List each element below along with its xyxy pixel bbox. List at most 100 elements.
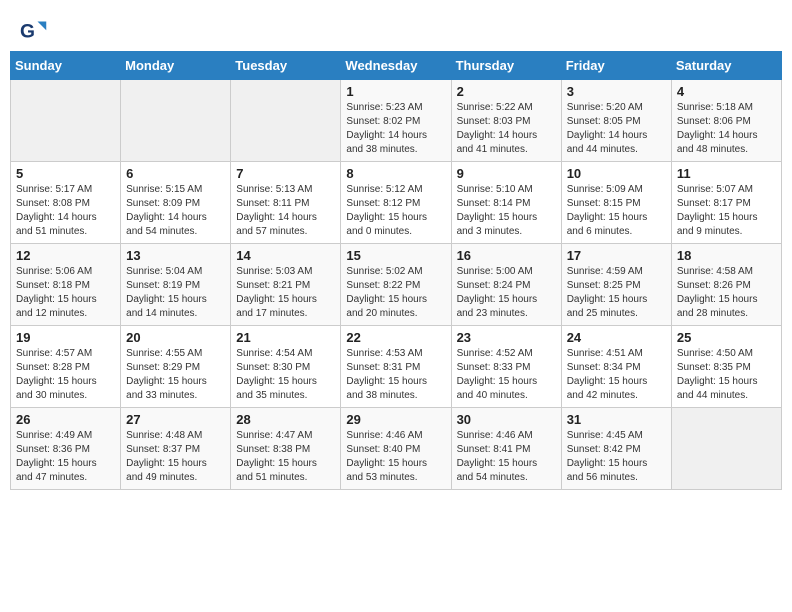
day-number: 21 [236,330,335,345]
calendar-cell: 22 Sunrise: 4:53 AM Sunset: 8:31 PM Dayli… [341,326,451,408]
calendar-cell: 7 Sunrise: 5:13 AM Sunset: 8:11 PM Daylig… [231,162,341,244]
day-number: 4 [677,84,776,99]
day-number: 27 [126,412,225,427]
calendar-cell: 1Sunrise: 5:23 AM Sunset: 8:02 PM Daylig… [341,80,451,162]
day-header-thursday: Thursday [451,52,561,80]
week-row-4: 19 Sunrise: 4:57 AM Sunset: 8:28 PM Dayli… [11,326,782,408]
svg-text:G: G [20,21,35,42]
day-number: 16 [457,248,556,263]
day-info: Sunrise: 5:03 AM Sunset: 8:21 PM Dayligh… [236,265,335,321]
calendar-cell: 18Sunrise: 4:58 AM Sunset: 8:26 PM Dayli… [671,244,781,326]
day-info: Sunrise: 5:18 AM Sunset: 8:06 PM Dayligh… [677,101,776,157]
day-number: 7 [236,166,335,181]
calendar-cell: 27 Sunrise: 4:48 AM Sunset: 8:37 PM Dayli… [121,408,231,490]
day-info: Sunrise: 5:22 AM Sunset: 8:03 PM Dayligh… [457,101,556,157]
calendar-cell: 23Sunrise: 4:52 AM Sunset: 8:33 PM Dayli… [451,326,561,408]
day-header-tuesday: Tuesday [231,52,341,80]
day-info: Sunrise: 5:06 AM Sunset: 8:18 PM Dayligh… [16,265,115,321]
days-header-row: SundayMondayTuesdayWednesdayThursdayFrid… [11,52,782,80]
calendar-cell: 9 Sunrise: 5:10 AM Sunset: 8:14 PM Daylig… [451,162,561,244]
calendar-cell: 4 Sunrise: 5:18 AM Sunset: 8:06 PM Daylig… [671,80,781,162]
day-number: 19 [16,330,115,345]
calendar-cell: 20 Sunrise: 4:55 AM Sunset: 8:29 PM Dayli… [121,326,231,408]
calendar-cell: 16 Sunrise: 5:00 AM Sunset: 8:24 PM Dayli… [451,244,561,326]
day-info: Sunrise: 5:02 AM Sunset: 8:22 PM Dayligh… [346,265,445,321]
calendar-cell: 11 Sunrise: 5:07 AM Sunset: 8:17 PM Dayli… [671,162,781,244]
calendar-cell: 13 Sunrise: 5:04 AM Sunset: 8:19 PM Dayli… [121,244,231,326]
calendar-table: SundayMondayTuesdayWednesdayThursdayFrid… [10,51,782,490]
day-number: 6 [126,166,225,181]
day-number: 13 [126,248,225,263]
day-number: 29 [346,412,445,427]
calendar-cell: 2Sunrise: 5:22 AM Sunset: 8:03 PM Daylig… [451,80,561,162]
day-header-friday: Friday [561,52,671,80]
calendar-cell: 19 Sunrise: 4:57 AM Sunset: 8:28 PM Dayli… [11,326,121,408]
day-number: 8 [346,166,445,181]
day-info: Sunrise: 5:10 AM Sunset: 8:14 PM Dayligh… [457,183,556,239]
week-row-3: 12 Sunrise: 5:06 AM Sunset: 8:18 PM Dayli… [11,244,782,326]
calendar-cell: 25Sunrise: 4:50 AM Sunset: 8:35 PM Dayli… [671,326,781,408]
day-info: Sunrise: 4:49 AM Sunset: 8:36 PM Dayligh… [16,429,115,485]
day-info: Sunrise: 4:48 AM Sunset: 8:37 PM Dayligh… [126,429,225,485]
calendar-cell: 17 Sunrise: 4:59 AM Sunset: 8:25 PM Dayli… [561,244,671,326]
day-info: Sunrise: 5:17 AM Sunset: 8:08 PM Dayligh… [16,183,115,239]
calendar-cell: 14 Sunrise: 5:03 AM Sunset: 8:21 PM Dayli… [231,244,341,326]
day-info: Sunrise: 4:59 AM Sunset: 8:25 PM Dayligh… [567,265,666,321]
day-info: Sunrise: 4:54 AM Sunset: 8:30 PM Dayligh… [236,347,335,403]
day-info: Sunrise: 5:09 AM Sunset: 8:15 PM Dayligh… [567,183,666,239]
day-info: Sunrise: 4:46 AM Sunset: 8:40 PM Dayligh… [346,429,445,485]
day-number: 9 [457,166,556,181]
day-number: 3 [567,84,666,99]
day-number: 11 [677,166,776,181]
calendar-cell: 8 Sunrise: 5:12 AM Sunset: 8:12 PM Daylig… [341,162,451,244]
calendar-cell: 30 Sunrise: 4:46 AM Sunset: 8:41 PM Dayli… [451,408,561,490]
calendar-cell: 12 Sunrise: 5:06 AM Sunset: 8:18 PM Dayli… [11,244,121,326]
day-number: 14 [236,248,335,263]
day-info: Sunrise: 5:20 AM Sunset: 8:05 PM Dayligh… [567,101,666,157]
calendar-cell: 3 Sunrise: 5:20 AM Sunset: 8:05 PM Daylig… [561,80,671,162]
day-info: Sunrise: 4:45 AM Sunset: 8:42 PM Dayligh… [567,429,666,485]
day-number: 15 [346,248,445,263]
day-number: 5 [16,166,115,181]
day-info: Sunrise: 5:00 AM Sunset: 8:24 PM Dayligh… [457,265,556,321]
calendar-cell: 24Sunrise: 4:51 AM Sunset: 8:34 PM Dayli… [561,326,671,408]
day-number: 26 [16,412,115,427]
day-number: 25 [677,330,776,345]
calendar-cell: 15 Sunrise: 5:02 AM Sunset: 8:22 PM Dayli… [341,244,451,326]
day-number: 30 [457,412,556,427]
day-number: 17 [567,248,666,263]
day-header-sunday: Sunday [11,52,121,80]
day-info: Sunrise: 5:13 AM Sunset: 8:11 PM Dayligh… [236,183,335,239]
calendar-cell: 28Sunrise: 4:47 AM Sunset: 8:38 PM Dayli… [231,408,341,490]
day-number: 24 [567,330,666,345]
day-info: Sunrise: 4:55 AM Sunset: 8:29 PM Dayligh… [126,347,225,403]
day-info: Sunrise: 4:57 AM Sunset: 8:28 PM Dayligh… [16,347,115,403]
calendar-cell: 26 Sunrise: 4:49 AM Sunset: 8:36 PM Dayli… [11,408,121,490]
logo-icon: G [20,18,48,46]
day-header-wednesday: Wednesday [341,52,451,80]
calendar-cell [121,80,231,162]
week-row-5: 26 Sunrise: 4:49 AM Sunset: 8:36 PM Dayli… [11,408,782,490]
day-number: 31 [567,412,666,427]
day-number: 12 [16,248,115,263]
day-info: Sunrise: 4:47 AM Sunset: 8:38 PM Dayligh… [236,429,335,485]
day-number: 22 [346,330,445,345]
logo: G [20,18,50,46]
calendar-cell: 31 Sunrise: 4:45 AM Sunset: 8:42 PM Dayli… [561,408,671,490]
calendar-cell [231,80,341,162]
day-info: Sunrise: 4:53 AM Sunset: 8:31 PM Dayligh… [346,347,445,403]
calendar-cell [11,80,121,162]
day-info: Sunrise: 5:12 AM Sunset: 8:12 PM Dayligh… [346,183,445,239]
day-info: Sunrise: 4:58 AM Sunset: 8:26 PM Dayligh… [677,265,776,321]
week-row-2: 5 Sunrise: 5:17 AM Sunset: 8:08 PM Daylig… [11,162,782,244]
day-info: Sunrise: 4:46 AM Sunset: 8:41 PM Dayligh… [457,429,556,485]
day-info: Sunrise: 5:23 AM Sunset: 8:02 PM Dayligh… [346,101,445,157]
day-info: Sunrise: 5:07 AM Sunset: 8:17 PM Dayligh… [677,183,776,239]
calendar-cell: 29 Sunrise: 4:46 AM Sunset: 8:40 PM Dayli… [341,408,451,490]
day-number: 20 [126,330,225,345]
page-header: G [10,10,782,51]
day-info: Sunrise: 5:15 AM Sunset: 8:09 PM Dayligh… [126,183,225,239]
week-row-1: 1Sunrise: 5:23 AM Sunset: 8:02 PM Daylig… [11,80,782,162]
calendar-cell: 10Sunrise: 5:09 AM Sunset: 8:15 PM Dayli… [561,162,671,244]
day-info: Sunrise: 5:04 AM Sunset: 8:19 PM Dayligh… [126,265,225,321]
